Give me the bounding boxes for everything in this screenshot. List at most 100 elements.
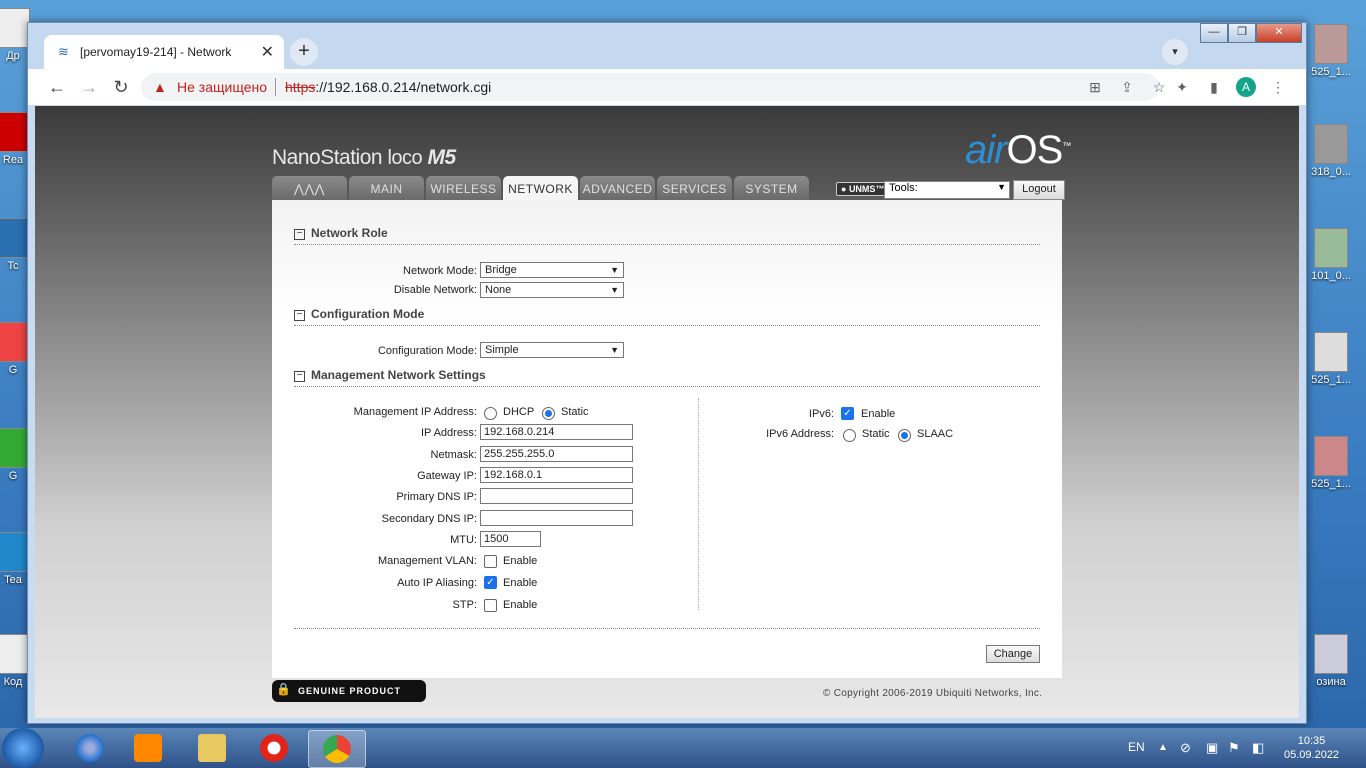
address-bar[interactable]: ▲ Не защищено https://192.168.0.214/netw…	[141, 73, 1165, 101]
ie-taskbar-icon[interactable]	[62, 730, 118, 766]
volume-tray-icon[interactable]: ◧	[1252, 740, 1264, 756]
avatar[interactable]: A	[1236, 77, 1256, 97]
change-button[interactable]: Change	[986, 645, 1040, 663]
start-button[interactable]	[2, 728, 44, 768]
browser-window: ≋ [pervomay19-214] - Network ✕ + ▾ — ❐ ✕…	[27, 22, 1307, 724]
configuration-mode-select[interactable]: Simple ▼	[480, 342, 624, 358]
omnibox-separator	[275, 78, 276, 96]
new-tab-button[interactable]: +	[290, 38, 318, 66]
ipv6-static-radio[interactable]	[843, 429, 856, 442]
forward-button[interactable]: →	[76, 75, 102, 99]
side-panel-icon[interactable]: ▮	[1204, 77, 1224, 97]
gateway-ip-input[interactable]: 192.168.0.1	[480, 467, 633, 483]
disable-network-label: Disable Network:	[393, 284, 477, 296]
tab-title: [pervomay19-214] - Network	[80, 45, 232, 59]
ipv6-label: IPv6:	[808, 408, 834, 420]
show-hidden-icons-icon[interactable]: ▲	[1158, 742, 1168, 753]
ip-address-input[interactable]: 192.168.0.214	[480, 424, 633, 440]
tab-home-logo[interactable]: ⋀⋀⋀	[272, 176, 347, 200]
ipv6-slaac-radio[interactable]	[898, 429, 911, 442]
mgmt-vlan-checkbox[interactable]	[484, 555, 497, 568]
chevron-down-icon: ▼	[610, 345, 619, 355]
section-configuration-mode: − Configuration Mode	[294, 307, 1040, 326]
page-viewport: NanoStation loco M5 airOS™ ⋀⋀⋀ MAIN WIRE…	[35, 106, 1299, 718]
collapse-icon[interactable]: −	[294, 371, 305, 382]
tab-wireless[interactable]: WIRELESS	[426, 176, 501, 200]
tab-network[interactable]: NETWORK	[503, 176, 578, 200]
network-tray-icon[interactable]: ⊘	[1180, 740, 1191, 756]
chevron-down-icon: ▼	[610, 285, 619, 295]
auto-ip-aliasing-checkbox[interactable]: ✓	[484, 576, 497, 589]
bottom-divider	[294, 628, 1040, 629]
share-icon[interactable]: ⇪	[1117, 77, 1137, 97]
copyright: © Copyright 2006-2019 Ubiquiti Networks,…	[823, 688, 1043, 699]
tools-select[interactable]: Tools: ▼	[884, 181, 1010, 199]
mtu-input[interactable]: 1500	[480, 531, 541, 547]
ipv6-static-label: Static	[862, 428, 890, 440]
tab-advanced[interactable]: ADVANCED	[580, 176, 655, 200]
static-radio[interactable]	[542, 407, 555, 420]
mgmt-ip-label: Management IP Address:	[353, 406, 477, 418]
warning-icon: ▲	[153, 79, 167, 95]
chrome-taskbar-icon[interactable]	[308, 730, 366, 768]
explorer-taskbar-icon[interactable]	[184, 730, 240, 766]
static-label: Static	[561, 406, 589, 418]
stp-checkbox[interactable]	[484, 599, 497, 612]
primary-dns-label: Primary DNS IP:	[396, 491, 477, 503]
secondary-dns-label: Secondary DNS IP:	[381, 513, 477, 525]
power-tray-icon[interactable]: ▣	[1206, 740, 1218, 756]
media-player-taskbar-icon[interactable]	[120, 730, 176, 766]
tab-system[interactable]: SYSTEM	[734, 176, 809, 200]
tab-services[interactable]: SERVICES	[657, 176, 732, 200]
dhcp-radio[interactable]	[484, 407, 497, 420]
browser-toolbar: ← → ↻ ▲ Не защищено https://192.168.0.21…	[28, 69, 1306, 106]
mtu-label: MTU:	[450, 534, 477, 546]
language-indicator[interactable]: EN	[1128, 740, 1145, 754]
collapse-icon[interactable]: −	[294, 229, 305, 240]
collapse-icon[interactable]: −	[294, 310, 305, 321]
wifi-favicon-icon: ≋	[58, 44, 69, 59]
maximize-button[interactable]: ❐	[1228, 23, 1256, 43]
chevron-down-icon: ▼	[997, 182, 1006, 192]
menu-icon[interactable]: ⋮	[1268, 77, 1288, 97]
browser-tab[interactable]: ≋ [pervomay19-214] - Network ✕	[44, 35, 284, 69]
section-management-network: − Management Network Settings	[294, 368, 1040, 387]
primary-dns-input[interactable]	[480, 488, 633, 504]
tab-main[interactable]: MAIN	[349, 176, 424, 200]
disable-network-select[interactable]: None ▼	[480, 282, 624, 298]
configuration-mode-label: Configuration Mode:	[377, 345, 477, 357]
extensions-icon[interactable]: ✦	[1172, 77, 1192, 97]
network-mode-select[interactable]: Bridge ▼	[480, 262, 624, 278]
clock[interactable]: 10:35 05.09.2022	[1284, 734, 1339, 762]
section-network-role: − Network Role	[294, 226, 1040, 245]
column-divider	[698, 398, 699, 610]
opera-taskbar-icon[interactable]	[246, 730, 302, 766]
tab-strip: ≋ [pervomay19-214] - Network ✕ + ▾ — ❐ ✕	[28, 23, 1306, 69]
minimize-button[interactable]: —	[1200, 23, 1228, 43]
netmask-input[interactable]: 255.255.255.0	[480, 446, 633, 462]
back-button[interactable]: ←	[44, 75, 70, 99]
dhcp-label: DHCP	[503, 406, 535, 418]
security-label[interactable]: Не защищено	[177, 79, 267, 95]
close-tab-icon[interactable]: ✕	[261, 42, 274, 62]
flag-tray-icon[interactable]: ⚑	[1228, 740, 1240, 756]
product-logo: NanoStation loco M5	[272, 146, 456, 169]
stp-label: STP:	[452, 599, 477, 611]
taskbar: EN ▲ ⊘ ▣ ⚑ ◧ 10:35 05.09.2022	[0, 728, 1366, 768]
gateway-ip-label: Gateway IP:	[417, 470, 477, 482]
translate-icon[interactable]: ⊞	[1085, 77, 1105, 97]
netmask-label: Netmask:	[430, 449, 477, 461]
secondary-dns-input[interactable]	[480, 510, 633, 526]
auto-ip-aliasing-label: Auto IP Aliasing:	[397, 577, 477, 589]
close-window-button[interactable]: ✕	[1256, 23, 1302, 43]
unms-badge[interactable]: ● UNMS™	[836, 182, 890, 196]
ipv6-checkbox[interactable]: ✓	[841, 407, 854, 420]
logout-button[interactable]: Logout	[1013, 180, 1065, 200]
tab-search-button[interactable]: ▾	[1162, 39, 1188, 65]
ipv6-enable-label: Enable	[861, 408, 896, 420]
bookmark-star-icon[interactable]: ☆	[1149, 77, 1169, 97]
network-mode-label: Network Mode:	[403, 265, 477, 277]
url-text[interactable]: https://192.168.0.214/network.cgi	[285, 79, 491, 95]
reload-button[interactable]: ↻	[108, 75, 134, 99]
stp-enable-label: Enable	[503, 599, 538, 611]
